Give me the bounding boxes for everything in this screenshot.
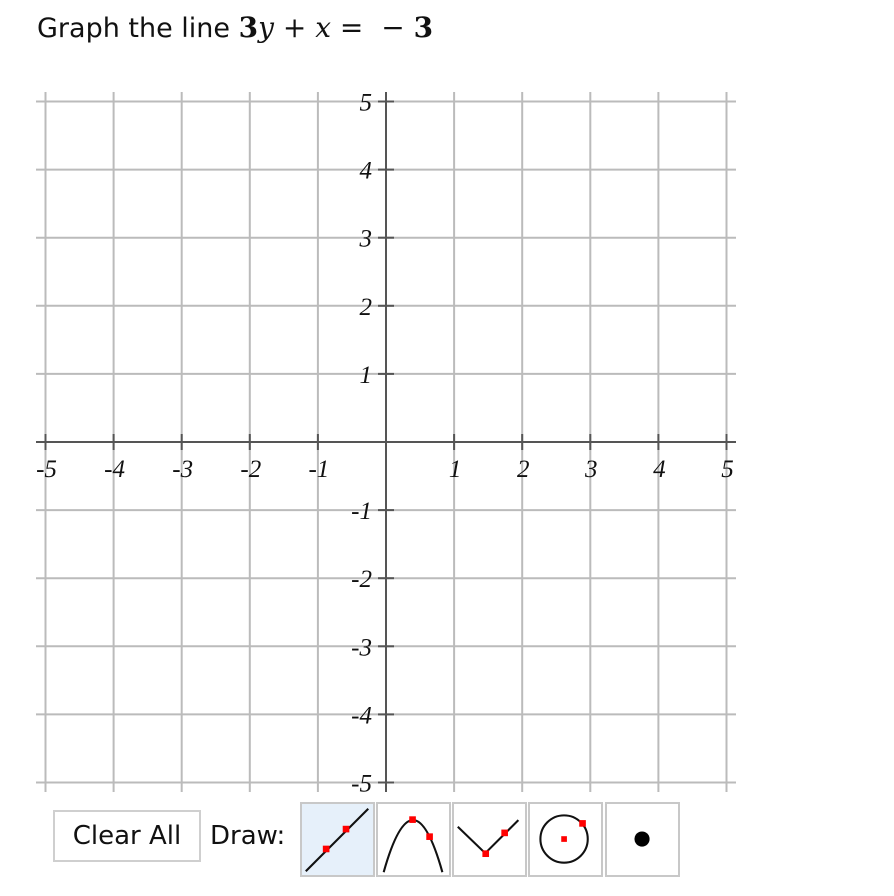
x-tick-label: 1 <box>449 456 462 483</box>
x-tick-label: 2 <box>517 456 530 483</box>
x-tick-label: 4 <box>653 456 666 483</box>
y-tick-label: 1 <box>360 362 373 389</box>
y-tick-label: -2 <box>351 566 372 593</box>
graph-canvas[interactable]: -5 -4 -3 -2 -1 1 2 3 4 5 5 4 3 2 1 -1 -2 -3 -4 -5 <box>0 0 894 800</box>
y-tick-label: 4 <box>360 158 373 185</box>
circle-tool-icon <box>539 814 589 864</box>
tool-absolute-value-button[interactable] <box>452 802 527 877</box>
draw-label: Draw: <box>210 821 286 851</box>
y-tick-label: -3 <box>351 634 372 661</box>
y-tick-label: -1 <box>351 498 372 525</box>
x-tick-label: -4 <box>104 456 125 483</box>
y-tick-label: -4 <box>351 702 372 729</box>
y-tick-label: 3 <box>359 226 373 253</box>
y-tick-label: 5 <box>360 90 373 117</box>
parabola-tool-icon <box>382 816 444 873</box>
point-tool-icon <box>634 831 650 847</box>
x-tick-label: -1 <box>308 456 329 483</box>
tick-labels: -5 -4 -3 -2 -1 1 2 3 4 5 5 4 3 2 1 -1 -2 -3 -4 -5 <box>36 90 734 798</box>
tool-point-button[interactable] <box>605 802 680 877</box>
line-tool-icon <box>305 807 370 872</box>
tool-line-button[interactable] <box>300 802 375 877</box>
y-tick-label: 2 <box>360 294 373 321</box>
x-tick-label: -3 <box>172 456 193 483</box>
tool-circle-button[interactable] <box>528 802 603 877</box>
x-tick-label: -2 <box>240 456 261 483</box>
tool-parabola-button[interactable] <box>376 802 451 877</box>
clear-all-button[interactable]: Clear All <box>53 810 201 862</box>
x-tick-label: 5 <box>721 456 734 483</box>
x-tick-label: 3 <box>584 456 598 483</box>
y-tick-label: -5 <box>351 771 372 798</box>
absolute-value-tool-icon <box>457 819 520 858</box>
x-tick-label: -5 <box>36 456 57 483</box>
